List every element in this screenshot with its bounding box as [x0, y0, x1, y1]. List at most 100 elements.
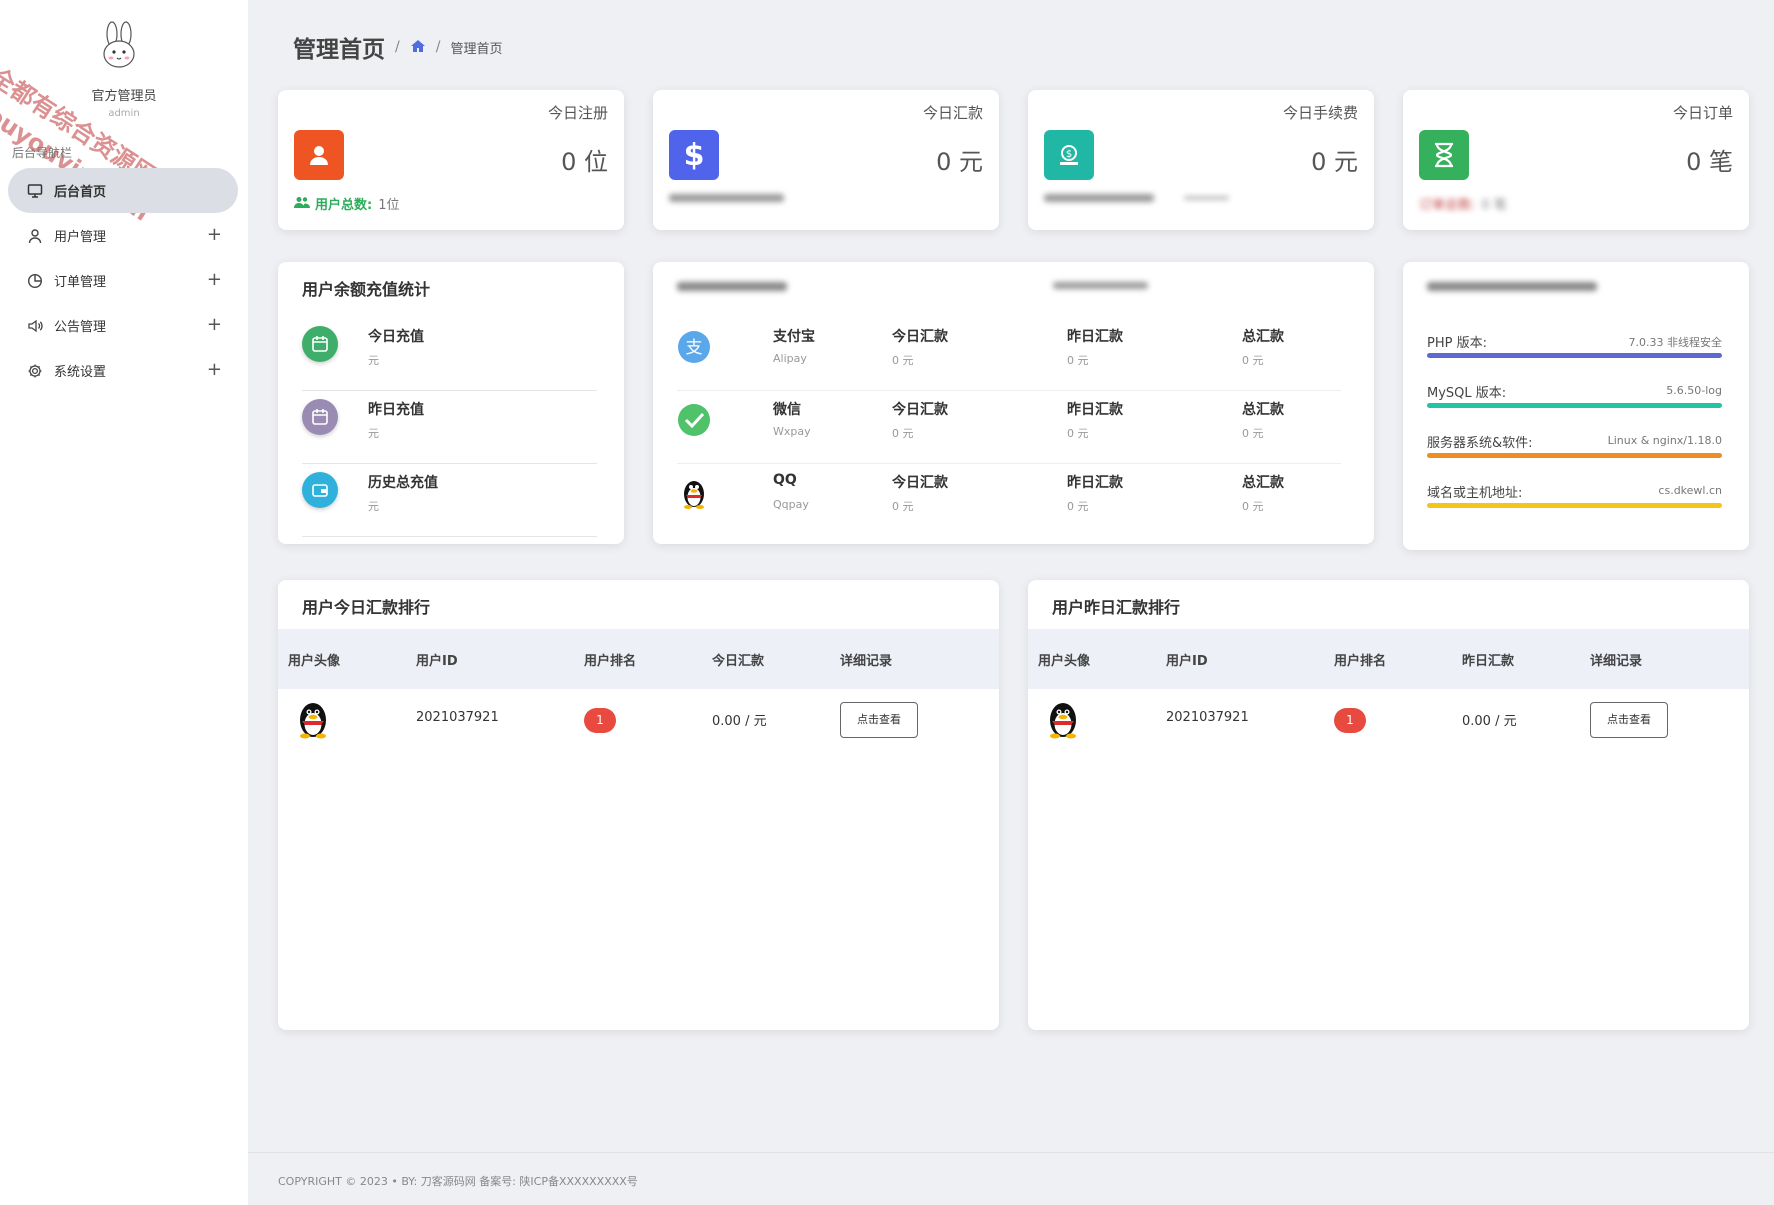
stat-footer: 用户总数: 1位: [294, 194, 399, 213]
server-info-bar: [1427, 353, 1722, 358]
column-header: 用户排名: [584, 654, 637, 669]
column-header: 用户ID: [1166, 654, 1208, 669]
expand-plus-icon[interactable]: +: [207, 359, 222, 380]
recharge-label: 昨日充值: [368, 402, 424, 418]
server-info-label: PHP 版本:: [1427, 336, 1487, 351]
sidebar-item-label: 订单管理: [54, 275, 107, 290]
yesterday-label: 昨日汇款: [1067, 329, 1123, 345]
rank-badge: 1: [584, 708, 616, 733]
expand-plus-icon[interactable]: +: [207, 314, 222, 335]
stat-title: 今日手续费: [1282, 104, 1358, 122]
speaker-icon: [26, 317, 44, 335]
svg-text:$: $: [1066, 149, 1072, 160]
payment-name: 支付宝: [773, 329, 815, 345]
avatar[interactable]: [90, 20, 146, 76]
table-header: 用户头像 用户ID 用户排名 昨日汇款 详细记录: [1028, 629, 1749, 689]
footer: COPYRIGHT © 2023 • BY: 刀客源码网 备案号: 陕ICP备X…: [278, 1175, 638, 1188]
calendar-icon: [302, 326, 338, 362]
today-label: 今日汇款: [892, 475, 948, 491]
stat-value: 0 元: [1311, 148, 1358, 176]
rank-badge: 1: [1334, 708, 1366, 733]
stat-footer-blurred: 订单总数: 0 笔: [1419, 194, 1507, 213]
user-id: 2021037921: [1166, 710, 1249, 725]
wechat-icon: [677, 403, 711, 437]
yesterday-label: 昨日汇款: [1067, 475, 1123, 491]
total-value: 0 元: [1242, 427, 1264, 440]
server-info-os: 服务器系统&软件: Linux & nginx/1.18.0: [1427, 432, 1722, 480]
server-info-bar: [1427, 453, 1722, 458]
admin-profile: 官方管理员 admin: [0, 0, 248, 140]
users-icon: [294, 196, 310, 212]
column-header: 详细记录: [840, 654, 893, 669]
total-label: 总汇款: [1242, 402, 1284, 418]
main-content: 管理首页 / / 管理首页 今日注册 0 位 用户总数: 1位 今日汇款 $ 0…: [248, 0, 1774, 1205]
card-title: 用户昨日汇款排行: [1052, 598, 1181, 617]
stat-value: 0 笔: [1686, 148, 1733, 176]
total-label: 总汇款: [1242, 475, 1284, 491]
view-details-button[interactable]: 点击查看: [840, 702, 918, 738]
calendar-icon: [302, 399, 338, 435]
user-icon: [26, 227, 44, 245]
recharge-stats-card: 用户余额充值统计 今日充值 元 昨日充值 元 历史总充值 元: [278, 262, 624, 544]
recharge-value: 元: [368, 500, 379, 513]
sidebar-item-label: 后台首页: [54, 185, 107, 200]
stat-footer-blurred: [669, 194, 784, 202]
yesterday-value: 0 元: [1067, 500, 1089, 513]
pie-chart-icon: [26, 272, 44, 290]
home-icon[interactable]: [410, 38, 426, 57]
total-value: 0 元: [1242, 354, 1264, 367]
hourglass-icon: [1419, 130, 1469, 180]
monitor-icon: [26, 182, 44, 200]
server-info-label: 服务器系统&软件:: [1427, 436, 1533, 451]
stat-title: 今日订单: [1672, 104, 1733, 122]
list-item: 历史总充值 元: [302, 464, 597, 537]
table-header: 用户头像 用户ID 用户排名 今日汇款 详细记录: [278, 629, 999, 689]
sidebar-item-dashboard[interactable]: 后台首页: [8, 168, 238, 213]
admin-role: admin: [108, 108, 140, 119]
stat-footer-value: 0 笔: [1481, 198, 1507, 213]
stat-footer-value: 1位: [378, 198, 400, 213]
server-info-value: 5.6.50-log: [1666, 384, 1722, 397]
table-row: 2021037921 1 0.00 / 元 点击查看: [278, 690, 999, 750]
page-title: 管理首页: [293, 37, 385, 63]
yesterday-value: 0 元: [1067, 354, 1089, 367]
server-info-label: 域名或主机地址:: [1427, 486, 1523, 501]
today-label: 今日汇款: [892, 402, 948, 418]
card-title: 用户今日汇款排行: [302, 598, 431, 617]
payment-row-wechat: 微信 Wxpay 今日汇款 0 元 昨日汇款 0 元 总汇款 0 元: [677, 391, 1341, 464]
payment-name: QQ: [773, 472, 797, 488]
sidebar-item-settings[interactable]: 系统设置 +: [8, 348, 238, 393]
total-value: 0 元: [1242, 500, 1264, 513]
today-value: 0 元: [892, 500, 914, 513]
server-info-card: PHP 版本: 7.0.33 非线程安全 MySQL 版本: 5.6.50-lo…: [1403, 262, 1749, 550]
today-value: 0 元: [892, 427, 914, 440]
yesterday-label: 昨日汇款: [1067, 402, 1123, 418]
breadcrumb-separator: /: [395, 39, 400, 55]
column-header: 用户头像: [1038, 654, 1091, 669]
payment-code: Alipay: [773, 352, 807, 365]
svg-text:支: 支: [686, 338, 703, 358]
today-value: 0 元: [892, 354, 914, 367]
sidebar-item-users[interactable]: 用户管理 +: [8, 213, 238, 258]
recharge-value: 元: [368, 427, 379, 440]
alipay-icon: 支: [677, 330, 711, 364]
amount: 0.00 / 元: [712, 714, 767, 729]
today-label: 今日汇款: [892, 329, 948, 345]
nav-title: 后台导航栏: [12, 146, 73, 160]
sidebar-item-label: 用户管理: [54, 230, 107, 245]
stat-title: 今日汇款: [922, 104, 983, 122]
payment-code: Wxpay: [773, 425, 811, 438]
sidebar-nav: 后台首页 用户管理 + 订单管理 + 公告管理 + 系统设置 +: [8, 168, 238, 393]
recharge-label: 今日充值: [368, 329, 424, 345]
server-info-mysql: MySQL 版本: 5.6.50-log: [1427, 382, 1722, 430]
sidebar-item-orders[interactable]: 订单管理 +: [8, 258, 238, 303]
column-header: 详细记录: [1590, 654, 1643, 669]
ranking-today-card: 用户今日汇款排行 用户头像 用户ID 用户排名 今日汇款 详细记录 202103…: [278, 580, 999, 1030]
expand-plus-icon[interactable]: +: [207, 224, 222, 245]
column-header: 今日汇款: [712, 654, 765, 669]
card-subtitle-blurred: [1053, 282, 1148, 289]
list-item: 昨日充值 元: [302, 391, 597, 464]
view-details-button[interactable]: 点击查看: [1590, 702, 1668, 738]
sidebar-item-announcements[interactable]: 公告管理 +: [8, 303, 238, 348]
expand-plus-icon[interactable]: +: [207, 269, 222, 290]
